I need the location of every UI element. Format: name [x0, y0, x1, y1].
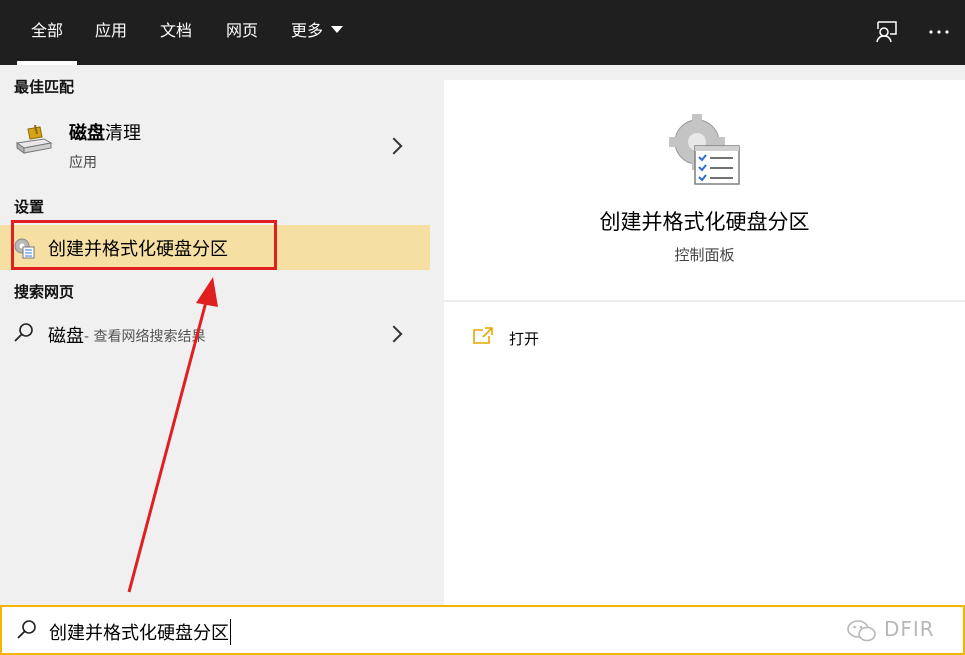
annotation-arrow [127, 277, 218, 593]
